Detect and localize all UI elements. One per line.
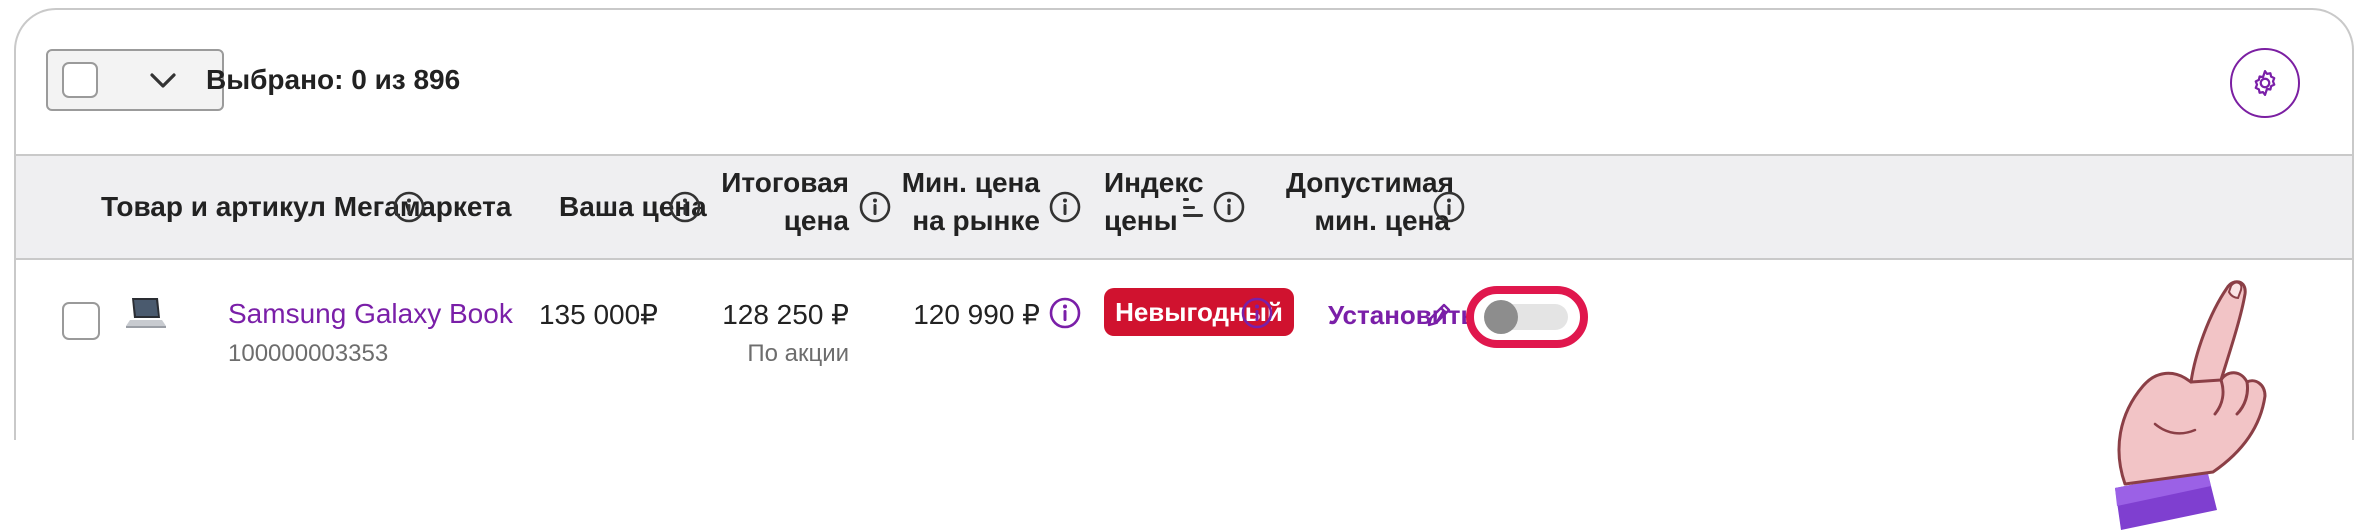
final-price-value: 128 250 ₽ <box>722 299 849 330</box>
info-icon[interactable] <box>1212 190 1246 224</box>
auto-price-toggle[interactable] <box>1466 286 1588 348</box>
table-header: Товар и артикул Мегамаркета Ваша цена Ит… <box>16 154 2352 260</box>
info-icon[interactable] <box>1240 296 1274 330</box>
table-row: Samsung Galaxy Book 100000003353 135 000… <box>16 260 2352 440</box>
final-price-note: По акции <box>747 340 849 367</box>
column-header-final-price-line2: цена <box>783 205 849 236</box>
table-toolbar: Выбрано: 0 из 896 <box>16 10 2352 154</box>
info-icon[interactable] <box>1048 190 1082 224</box>
pencil-icon[interactable] <box>1424 300 1454 330</box>
column-header-final-price: Итоговая цена <box>706 164 849 240</box>
chevron-down-icon[interactable] <box>148 67 178 95</box>
info-icon[interactable] <box>858 190 892 224</box>
column-header-market-min-line2: на рынке <box>912 205 1040 236</box>
gear-icon <box>2254 70 2276 96</box>
column-header-final-price-line1: Итоговая <box>721 167 849 198</box>
toggle-knob <box>1484 300 1518 334</box>
product-thumbnail <box>126 298 166 328</box>
bulk-select-dropdown[interactable] <box>46 49 224 111</box>
row-checkbox[interactable] <box>62 302 100 340</box>
product-name-link[interactable]: Samsung Galaxy Book <box>228 298 513 330</box>
pointing-hand-illustration <box>2115 280 2267 530</box>
info-icon[interactable] <box>392 190 426 224</box>
info-icon[interactable] <box>668 190 702 224</box>
column-header-allowed-min-line2: мин. цена <box>1314 205 1450 236</box>
your-price-value: 135 000₽ <box>538 299 658 330</box>
column-header-allowed-min-price: Допустимая мин. цена <box>1286 164 1454 240</box>
info-icon[interactable] <box>1048 296 1082 330</box>
sort-icon[interactable] <box>1180 194 1208 222</box>
product-sku: 100000003353 <box>228 340 389 367</box>
column-header-allowed-min-line1: Допустимая <box>1286 167 1454 198</box>
info-icon[interactable] <box>1432 190 1466 224</box>
market-min-price-value: 120 990 ₽ <box>913 299 1040 330</box>
table-settings-button[interactable] <box>2230 48 2300 118</box>
select-all-checkbox[interactable] <box>62 62 98 98</box>
selected-count: Выбрано: 0 из 896 <box>206 64 461 95</box>
products-table-card: Выбрано: 0 из 896 Товар и артикул Мегама… <box>14 8 2354 440</box>
column-header-market-min-line1: Мин. цена <box>901 167 1040 198</box>
column-header-product: Товар и артикул Мегамаркета <box>101 191 512 222</box>
column-header-market-min-price: Мин. цена на рынке <box>900 164 1040 240</box>
set-min-price-link[interactable]: Установить <box>1328 300 1476 331</box>
